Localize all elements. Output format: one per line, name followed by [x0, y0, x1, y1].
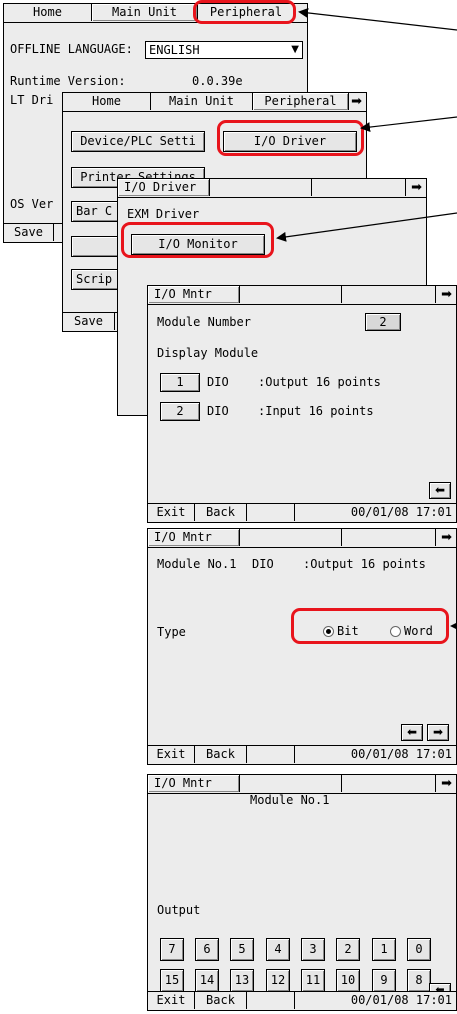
callout-arrow-peripheral — [298, 7, 457, 31]
callout-arrows — [276, 7, 457, 631]
callout-arrow-io-monitor — [276, 212, 457, 242]
callout-arrow-io-driver — [360, 116, 457, 133]
